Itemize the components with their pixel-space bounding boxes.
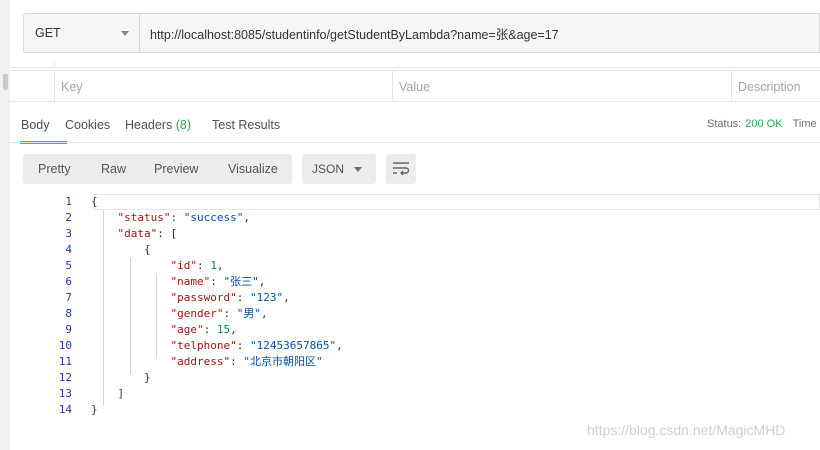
view-preview-button[interactable]: Preview [154,162,198,176]
code-text: "gender": "男", [170,307,268,320]
tab-headers[interactable]: Headers (8) [125,118,191,142]
method-value: GET [35,26,61,40]
response-status: Status: 200 OK Time [707,118,817,130]
request-bar: GET http://localhost:8085/studentinfo/ge… [23,13,820,53]
time-label: Time [792,118,817,130]
code-text: } [91,403,98,416]
line-number: 3 [65,227,72,240]
response-tabs: Body Cookies Headers (8) Test Results St… [10,112,820,144]
params-row-edge [10,62,820,68]
code-text: "password": "123", [170,291,290,304]
line-number: 2 [65,211,72,224]
url-input[interactable]: http://localhost:8085/studentinfo/getStu… [139,13,820,53]
params-header-value: Value [392,71,731,102]
code-text: "name": "张三", [170,275,266,288]
response-body-viewer[interactable]: 1{2 "status": "success", 3 "data": [4 {5 … [10,194,820,422]
view-raw-button[interactable]: Raw [101,162,126,176]
code-text: "id": 1, [170,259,224,272]
code-text: "telphone": "12453657865", [170,339,343,352]
code-text: "data": [ [117,227,178,240]
tab-test-results[interactable]: Test Results [212,118,280,142]
code-text: { [91,243,151,256]
code-text: "status": "success", [117,211,250,224]
code-text: ] [91,387,125,400]
line-number: 5 [65,259,72,272]
wrap-lines-icon [393,162,410,176]
status-value: 200 OK [745,118,783,130]
params-header: Key Value Description [10,70,820,102]
line-number: 8 [65,307,72,320]
line-number: 4 [65,243,72,256]
line-number: 11 [58,355,72,368]
line-number: 6 [65,275,72,288]
code-text: { [91,195,98,208]
tab-cookies[interactable]: Cookies [65,118,110,142]
params-checkbox-column [10,71,54,102]
watermark: https://blog.csdn.net/MagicMHD [587,422,786,438]
view-mode-toggle: Pretty Raw Preview Visualize [23,154,292,184]
params-header-description: Description [731,71,820,102]
chevron-down-icon [121,31,129,36]
method-select[interactable]: GET [23,13,139,53]
divider [10,142,820,143]
format-select[interactable]: JSON [302,154,376,184]
line-number: 12 [58,371,72,384]
tab-body-label: Body [21,118,50,132]
scrollbar-thumb[interactable] [3,74,8,90]
wrap-lines-button[interactable] [386,154,416,184]
chevron-down-icon [354,167,362,172]
headers-count-badge: (8) [175,118,192,132]
view-pretty-button[interactable]: Pretty [38,162,71,176]
format-value: JSON [312,162,345,176]
left-gutter [0,0,10,450]
tab-headers-label: Headers [125,118,173,132]
line-number: 13 [58,387,72,400]
line-number: 1 [65,195,72,208]
tab-body[interactable]: Body [20,118,67,144]
code-text: } [91,371,151,384]
line-number: 10 [58,339,72,352]
line-number: 14 [58,403,72,416]
code-text: "age": 15, [170,323,237,336]
params-header-key: Key [54,71,392,102]
line-number: 7 [65,291,72,304]
code-text: "address": "北京市朝阳区" [170,355,323,368]
current-line-highlight [94,194,820,210]
line-number: 9 [65,323,72,336]
status-label: Status: [707,118,742,130]
view-visualize-button[interactable]: Visualize [228,162,278,176]
